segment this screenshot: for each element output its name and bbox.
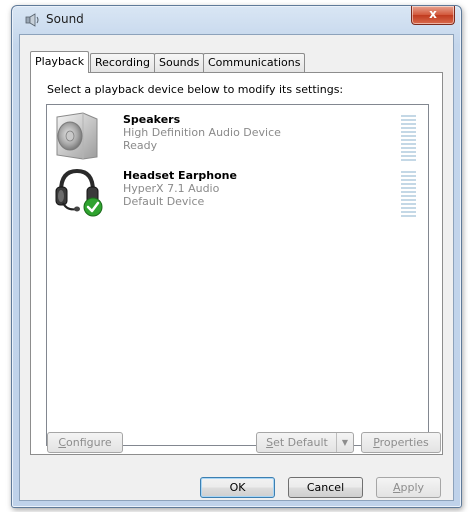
device-description: High Definition Audio Device xyxy=(123,126,281,139)
chevron-down-icon[interactable]: ▼ xyxy=(336,433,353,452)
device-status: Ready xyxy=(123,139,158,152)
instruction-text: Select a playback device below to modify… xyxy=(47,83,344,96)
volume-meter xyxy=(401,171,416,217)
list-item-speakers[interactable]: Speakers High Definition Audio Device Re… xyxy=(47,109,428,165)
device-status: Default Device xyxy=(123,195,205,208)
title-bar[interactable]: Sound x xyxy=(12,6,461,32)
cancel-button[interactable]: Cancel xyxy=(288,477,363,498)
device-list[interactable]: Speakers High Definition Audio Device Re… xyxy=(46,104,429,446)
sound-dialog: Sound x Playback Recording Sounds Commun… xyxy=(11,5,462,508)
device-name: Headset Earphone xyxy=(123,169,237,182)
volume-meter xyxy=(401,115,416,161)
tab-playback[interactable]: Playback xyxy=(30,51,90,73)
device-description: HyperX 7.1 Audio xyxy=(123,182,220,195)
check-icon xyxy=(83,197,103,217)
close-button[interactable]: x xyxy=(411,6,455,25)
tab-recording[interactable]: Recording xyxy=(90,53,156,72)
close-icon: x xyxy=(429,7,437,21)
speaker-icon xyxy=(56,112,98,160)
speaker-app-icon xyxy=(25,13,39,27)
tab-communications[interactable]: Communications xyxy=(203,53,306,72)
apply-button[interactable]: Apply xyxy=(376,477,441,498)
configure-button[interactable]: Configure xyxy=(47,432,123,453)
window-title: Sound xyxy=(46,12,84,26)
device-name: Speakers xyxy=(123,113,181,126)
ok-button[interactable]: OK xyxy=(200,477,275,498)
list-item-headset-earphone[interactable]: Headset Earphone HyperX 7.1 Audio Defaul… xyxy=(47,165,428,221)
set-default-button[interactable]: Set Default ▼ xyxy=(256,432,354,453)
playback-panel: Select a playback device below to modify… xyxy=(30,72,443,455)
tab-sounds[interactable]: Sounds xyxy=(154,53,205,72)
dialog-client-area: Playback Recording Sounds Communications… xyxy=(19,34,454,501)
properties-button[interactable]: Properties xyxy=(361,432,441,453)
